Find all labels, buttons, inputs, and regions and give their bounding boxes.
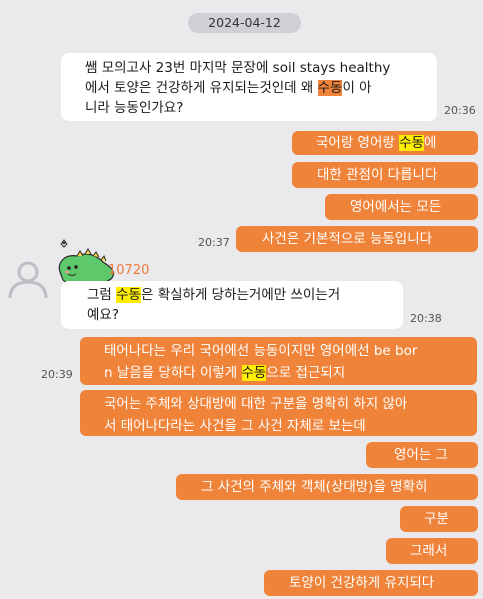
message-text-line: 니라 능동인가요? xyxy=(85,100,184,116)
message-text-line: 예요? xyxy=(87,307,120,323)
highlight-suudong: 수동 xyxy=(241,365,267,381)
outgoing-message-bubble[interactable]: 국어랑 영어랑 수동에 xyxy=(292,131,478,155)
message-time: 20:37 xyxy=(198,236,230,249)
message-time: 20:36 xyxy=(444,104,476,117)
message-text-line: 에서 토양은 건강하게 유지되는것인데 왜 수동이 아 xyxy=(85,80,372,96)
message-text-line: 쌤 모의고사 23번 마지막 문장에 soil stays healthy xyxy=(85,60,391,76)
message-text-line: 태어나다는 우리 국어에선 능동이지만 영어에선 be bor xyxy=(104,343,418,359)
outgoing-message-bubble[interactable]: 그 사건의 주체와 객체(상대방)을 명확히 xyxy=(176,474,478,500)
message-time: 20:39 xyxy=(41,368,73,381)
avatar[interactable] xyxy=(6,256,50,300)
message-text-line: 서 태어나다라는 사건을 그 사건 자체로 보는데 xyxy=(104,418,366,434)
message-text-line: 그럼 수동은 확실하게 당하는거에만 쓰이는거 xyxy=(87,287,341,303)
message-text-line: n 날음을 당하다 이렇게 수동으로 접근되지 xyxy=(104,365,346,381)
date-divider: 2024-04-12 xyxy=(188,13,301,33)
incoming-message-bubble[interactable]: 쌤 모의고사 23번 마지막 문장에 soil stays healthy 에서… xyxy=(61,53,437,121)
default-avatar-icon xyxy=(8,261,48,299)
outgoing-message-bubble[interactable]: 국어는 주체와 상대방에 대한 구분을 명확히 하지 않아 서 태어나다라는 사… xyxy=(80,390,477,436)
sender-nickname[interactable]: 10720 xyxy=(108,263,149,278)
outgoing-message-bubble[interactable]: 그래서 xyxy=(386,538,478,564)
message-time: 20:38 xyxy=(410,312,442,325)
outgoing-message-bubble[interactable]: 영어에서는 모든 xyxy=(325,194,478,220)
outgoing-message-bubble[interactable]: 토양이 건강하게 유지되다 xyxy=(264,570,478,596)
incoming-message-bubble[interactable]: 그럼 수동은 확실하게 당하는거에만 쓰이는거 예요? xyxy=(61,281,403,329)
outgoing-message-bubble[interactable]: 대한 관점이 다릅니다 xyxy=(292,162,478,188)
highlight-suudong: 수동 xyxy=(116,287,141,303)
outgoing-message-bubble[interactable]: 태어나다는 우리 국어에선 능동이지만 영어에선 be bor n 날음을 당하… xyxy=(80,337,477,385)
outgoing-message-bubble[interactable]: 사건은 기본적으로 능동입니다 xyxy=(236,226,478,252)
message-text-line: 국어는 주체와 상대방에 대한 구분을 명확히 하지 않아 xyxy=(104,396,408,412)
highlight-suudong: 수동 xyxy=(399,135,424,151)
highlight-suudong: 수동 xyxy=(317,80,343,96)
outgoing-message-bubble[interactable]: 영어는 그 xyxy=(366,442,478,468)
outgoing-message-bubble[interactable]: 구분 xyxy=(400,506,478,532)
